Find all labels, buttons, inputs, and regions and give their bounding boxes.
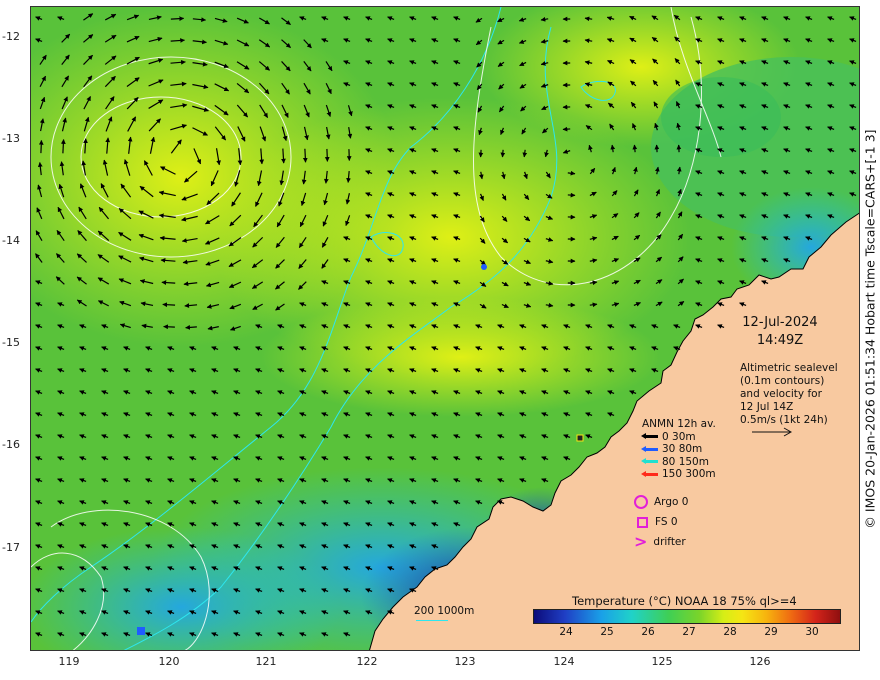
argo-legend-item: Argo 0 xyxy=(634,492,688,512)
velocity-arrow xyxy=(632,144,638,153)
velocity-arrow xyxy=(500,149,506,158)
velocity-arrow xyxy=(654,144,660,153)
legend-swatch xyxy=(641,470,658,477)
legend-label: 30 80m xyxy=(662,443,703,455)
scale-arrow-icon xyxy=(752,427,793,437)
velocity-arrow xyxy=(324,148,330,162)
argo-circle-icon xyxy=(634,495,648,509)
lon-label-124: 124 xyxy=(553,655,575,668)
date-label: 12-Jul-2024 xyxy=(742,315,818,330)
temperature-colorbar xyxy=(533,609,841,624)
lat-label-17: -17 xyxy=(2,541,20,554)
map-canvas xyxy=(31,7,859,650)
sst-map[interactable] xyxy=(30,6,860,651)
velocity-arrow xyxy=(562,126,571,132)
velocity-arrow xyxy=(281,148,286,164)
timestamp-block: 12-Jul-2024 14:49Z xyxy=(738,314,822,350)
lon-label-123: 123 xyxy=(454,655,476,668)
lon-label-126: 126 xyxy=(749,655,771,668)
lon-label-120: 120 xyxy=(158,655,180,668)
legend-item: 30 80m xyxy=(641,443,716,456)
colorbar-tick: 27 xyxy=(682,626,696,638)
lon-label-121: 121 xyxy=(255,655,277,668)
altimetry-note: Altimetric sealevel (0.1m contours) and … xyxy=(740,362,838,441)
drifter-chevron-icon: > xyxy=(634,532,648,551)
depth-contour-label: 200 1000m xyxy=(414,605,475,617)
velocity-arrow xyxy=(60,139,66,154)
velocity-arrow xyxy=(161,280,176,285)
colorbar-tick: 28 xyxy=(723,626,737,638)
lat-label-12: -12 xyxy=(2,30,20,43)
legend-label: 0 30m xyxy=(662,430,696,443)
velocity-arrow xyxy=(302,148,308,163)
legend-title: ANMN 12h av. xyxy=(642,418,716,430)
lat-label-15: -15 xyxy=(2,336,20,349)
legend-item: 80 150m xyxy=(641,455,716,469)
altimetry-line: 12 Jul 14Z xyxy=(740,401,794,413)
legend-label: 80 150m xyxy=(662,455,709,468)
legend-swatch xyxy=(641,445,658,452)
colorbar-title: Temperature (°C) NOAA 18 75% ql>=4 xyxy=(572,594,797,608)
altimetry-line: (0.1m contours) xyxy=(740,375,825,387)
legend-swatch xyxy=(641,458,658,465)
lat-label-14: -14 xyxy=(2,234,20,247)
fs-square-icon xyxy=(637,516,648,528)
colorbar-tick: 25 xyxy=(600,626,614,638)
lon-label-119: 119 xyxy=(58,655,80,668)
drifter-legend-item: > drifter xyxy=(634,532,688,552)
colorbar-tick: 29 xyxy=(764,626,778,638)
velocity-arrow xyxy=(163,324,175,330)
time-label: 14:49Z xyxy=(756,333,804,348)
depth-contour-swatch xyxy=(416,620,448,621)
fs-label: FS 0 xyxy=(655,516,678,528)
altimetry-line: 0.5m/s (1kt 24h) xyxy=(740,414,828,426)
velocity-arrow xyxy=(162,302,176,308)
credit-text: © IMOS 20-Jan-2026 01:51:34 Hobart time … xyxy=(862,128,878,529)
fs-legend-item: FS 0 xyxy=(634,512,688,532)
lon-label-125: 125 xyxy=(651,655,673,668)
colorbar-tick: 26 xyxy=(641,626,655,638)
velocity-arrow xyxy=(170,16,185,22)
colorbar-tick: 30 xyxy=(805,626,819,638)
lat-label-16: -16 xyxy=(2,438,20,451)
platform-legend: Argo 0 FS 0 > drifter xyxy=(634,492,688,552)
colorbar-tick: 24 xyxy=(559,626,573,638)
argo-label: Argo 0 xyxy=(654,496,689,508)
drifter-label: drifter xyxy=(653,536,686,548)
lon-label-122: 122 xyxy=(356,655,378,668)
legend-swatch xyxy=(641,433,658,440)
velocity-arrow xyxy=(38,139,44,154)
legend-item: 150 300m xyxy=(641,468,716,481)
altimetry-line: and velocity for xyxy=(740,388,822,400)
mooring-legend: ANMN 12h av. 0 30m 30 80m 80 150m 150 30… xyxy=(641,418,716,481)
altimetry-line: Altimetric sealevel xyxy=(740,362,838,374)
lat-label-13: -13 xyxy=(2,132,20,145)
credit-line: © IMOS 20-Jan-2026 01:51:34 Hobart time … xyxy=(862,6,878,651)
legend-item: 0 30m xyxy=(641,430,716,444)
legend-label: 150 300m xyxy=(662,468,716,480)
